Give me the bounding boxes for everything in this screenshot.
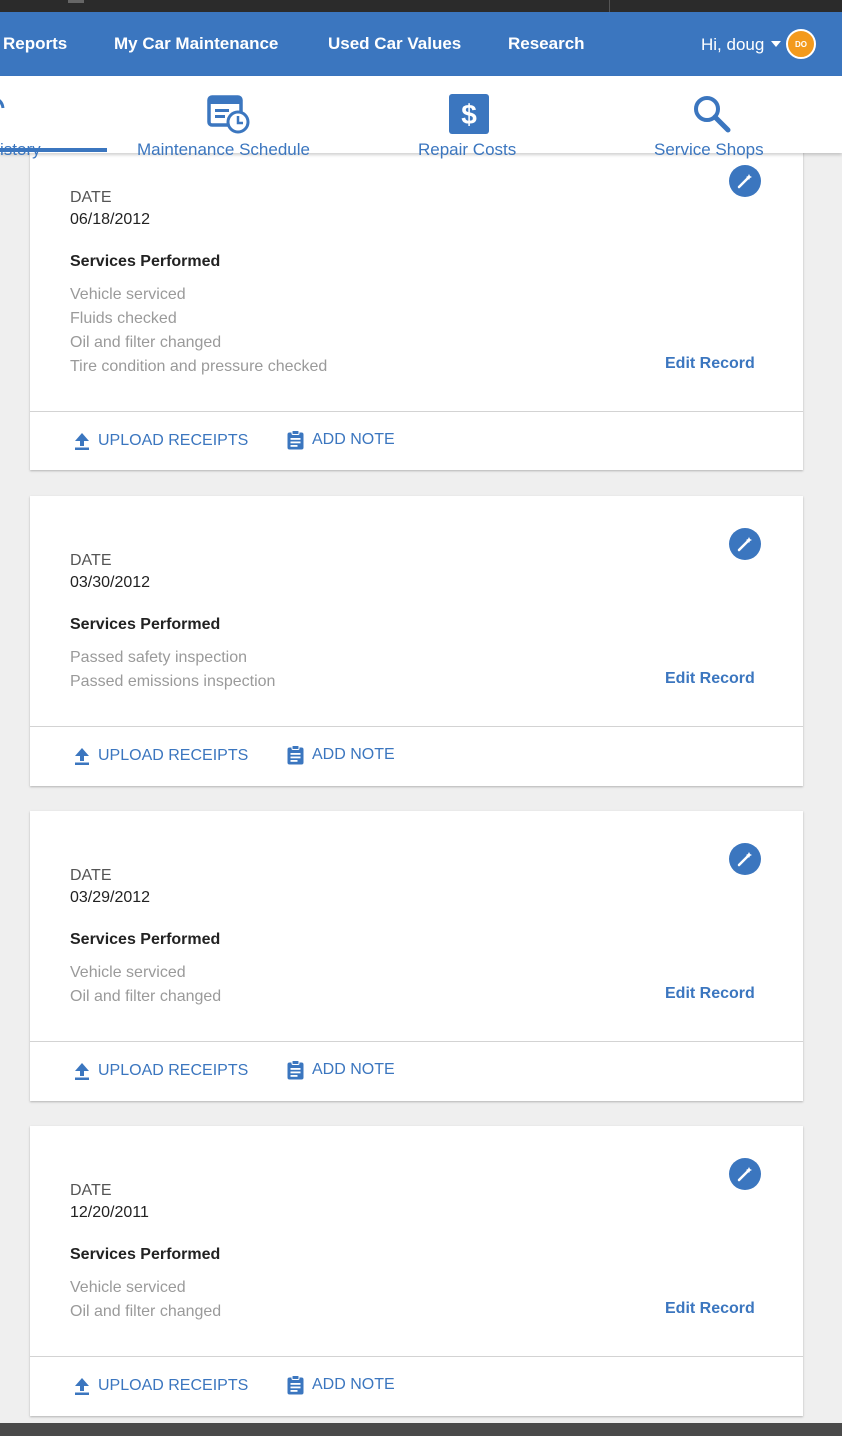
date-value: 06/18/2012 [70, 211, 151, 228]
upload-icon [75, 748, 89, 765]
card-divider [30, 411, 803, 412]
add-note-button[interactable]: ADD NOTE [287, 745, 395, 765]
upload-receipts-button[interactable]: UPLOAD RECEIPTS [74, 432, 248, 450]
date-label: DATE [70, 189, 112, 206]
tab-label-maintenance-schedule: Maintenance Schedule [137, 140, 310, 159]
user-greeting[interactable]: Hi, doug [701, 35, 764, 55]
service-item: Fluids checked [70, 310, 177, 327]
edit-record-link[interactable]: Edit Record [665, 985, 755, 1003]
service-item: Vehicle serviced [70, 286, 186, 303]
tab-service-shops[interactable]: Service Shops [654, 76, 774, 159]
services-heading: Services Performed [70, 616, 221, 633]
services-heading: Services Performed [70, 253, 221, 270]
service-item: Passed safety inspection [70, 649, 247, 666]
nav-link-my-car-maintenance[interactable]: My Car Maintenance [114, 34, 278, 54]
upload-receipts-label: UPLOAD RECEIPTS [98, 1062, 249, 1079]
service-item: Oil and filter changed [70, 334, 222, 351]
top-navbar: Reports My Car Maintenance Used Car Valu… [0, 12, 842, 76]
add-note-button[interactable]: ADD NOTE [287, 430, 395, 450]
magic-wand-icon[interactable] [729, 1158, 761, 1190]
upload-receipts-button[interactable]: UPLOAD RECEIPTS [74, 747, 248, 765]
avatar[interactable]: DO [786, 29, 816, 59]
tab-maintenance-schedule[interactable]: Maintenance Schedule [137, 76, 327, 159]
record-card: DATE 06/18/2012 Services Performed Vehic… [30, 153, 803, 470]
record-card: DATE 12/20/2011 Services Performed Vehic… [30, 1126, 803, 1416]
browser-top-strip [0, 0, 842, 12]
edit-record-link[interactable]: Edit Record [665, 670, 755, 688]
service-item: Vehicle serviced [70, 1279, 186, 1296]
services-heading: Services Performed [70, 1246, 221, 1263]
nav-link-used-car-values[interactable]: Used Car Values [328, 34, 461, 54]
services-list: Vehicle serviced Oil and filter changed [70, 1276, 221, 1324]
tab-label-service-shops: Service Shops [654, 140, 764, 159]
search-icon [694, 96, 731, 133]
card-divider [30, 1356, 803, 1357]
clipboard-icon [287, 1060, 304, 1080]
magic-wand-icon[interactable] [729, 528, 761, 560]
upload-receipts-label: UPLOAD RECEIPTS [98, 1377, 249, 1394]
date-value: 03/30/2012 [70, 574, 151, 591]
edit-record-link[interactable]: Edit Record [665, 1300, 755, 1318]
strip-divider [609, 0, 610, 12]
date-value: 03/29/2012 [70, 889, 151, 906]
upload-icon [75, 1063, 89, 1080]
services-heading: Services Performed [70, 931, 221, 948]
nav-link-research[interactable]: Research [508, 34, 585, 54]
clipboard-icon [287, 745, 304, 765]
add-note-label: ADD NOTE [312, 746, 395, 763]
clipboard-icon [287, 1375, 304, 1395]
date-label: DATE [70, 552, 112, 569]
service-item: Oil and filter changed [70, 1303, 222, 1320]
edit-record-link[interactable]: Edit Record [665, 355, 755, 373]
upload-receipts-label: UPLOAD RECEIPTS [98, 432, 249, 449]
date-label: DATE [70, 1182, 112, 1199]
records-list: DATE 06/18/2012 Services Performed Vehic… [0, 153, 842, 1423]
add-note-button[interactable]: ADD NOTE [287, 1060, 395, 1080]
tab-repair-costs[interactable]: $ Repair Costs [418, 76, 528, 159]
record-card: DATE 03/29/2012 Services Performed Vehic… [30, 811, 803, 1101]
service-item: Passed emissions inspection [70, 673, 276, 690]
add-note-label: ADD NOTE [312, 1061, 395, 1078]
service-item: Tire condition and pressure checked [70, 358, 328, 375]
strip-nub [68, 0, 84, 3]
upload-receipts-button[interactable]: UPLOAD RECEIPTS [74, 1377, 248, 1395]
upload-icon [75, 433, 89, 450]
upload-receipts-label: UPLOAD RECEIPTS [98, 747, 249, 764]
services-list: Vehicle serviced Fluids checked Oil and … [70, 283, 327, 379]
add-note-label: ADD NOTE [312, 431, 395, 448]
services-list: Vehicle serviced Oil and filter changed [70, 961, 221, 1009]
clipboard-icon [287, 430, 304, 450]
active-tab-indicator [0, 148, 107, 152]
card-divider [30, 1041, 803, 1042]
date-label: DATE [70, 867, 112, 884]
nav-link-reports[interactable]: Reports [3, 34, 67, 54]
chevron-down-icon[interactable] [771, 41, 781, 47]
calendar-clock-icon [207, 95, 250, 134]
tab-history[interactable]: istory [0, 76, 107, 159]
upload-receipts-button[interactable]: UPLOAD RECEIPTS [74, 1062, 248, 1080]
add-note-label: ADD NOTE [312, 1376, 395, 1393]
dollar-icon: $ [449, 94, 489, 134]
record-card: DATE 03/30/2012 Services Performed Passe… [30, 496, 803, 786]
svg-text:$: $ [461, 99, 477, 130]
service-item: Vehicle serviced [70, 964, 186, 981]
services-list: Passed safety inspection Passed emission… [70, 646, 275, 694]
tab-label-repair-costs: Repair Costs [418, 140, 517, 159]
bottom-bar [0, 1423, 842, 1436]
add-note-button[interactable]: ADD NOTE [287, 1375, 395, 1395]
magic-wand-icon[interactable] [729, 843, 761, 875]
magic-wand-icon[interactable] [729, 165, 761, 197]
service-item: Oil and filter changed [70, 988, 222, 1005]
upload-icon [75, 1378, 89, 1395]
section-tab-bar: istory Maintenance Schedule $ Repair Cos… [0, 76, 842, 159]
card-divider [30, 726, 803, 727]
date-value: 12/20/2011 [70, 1204, 149, 1221]
history-icon [0, 99, 5, 109]
